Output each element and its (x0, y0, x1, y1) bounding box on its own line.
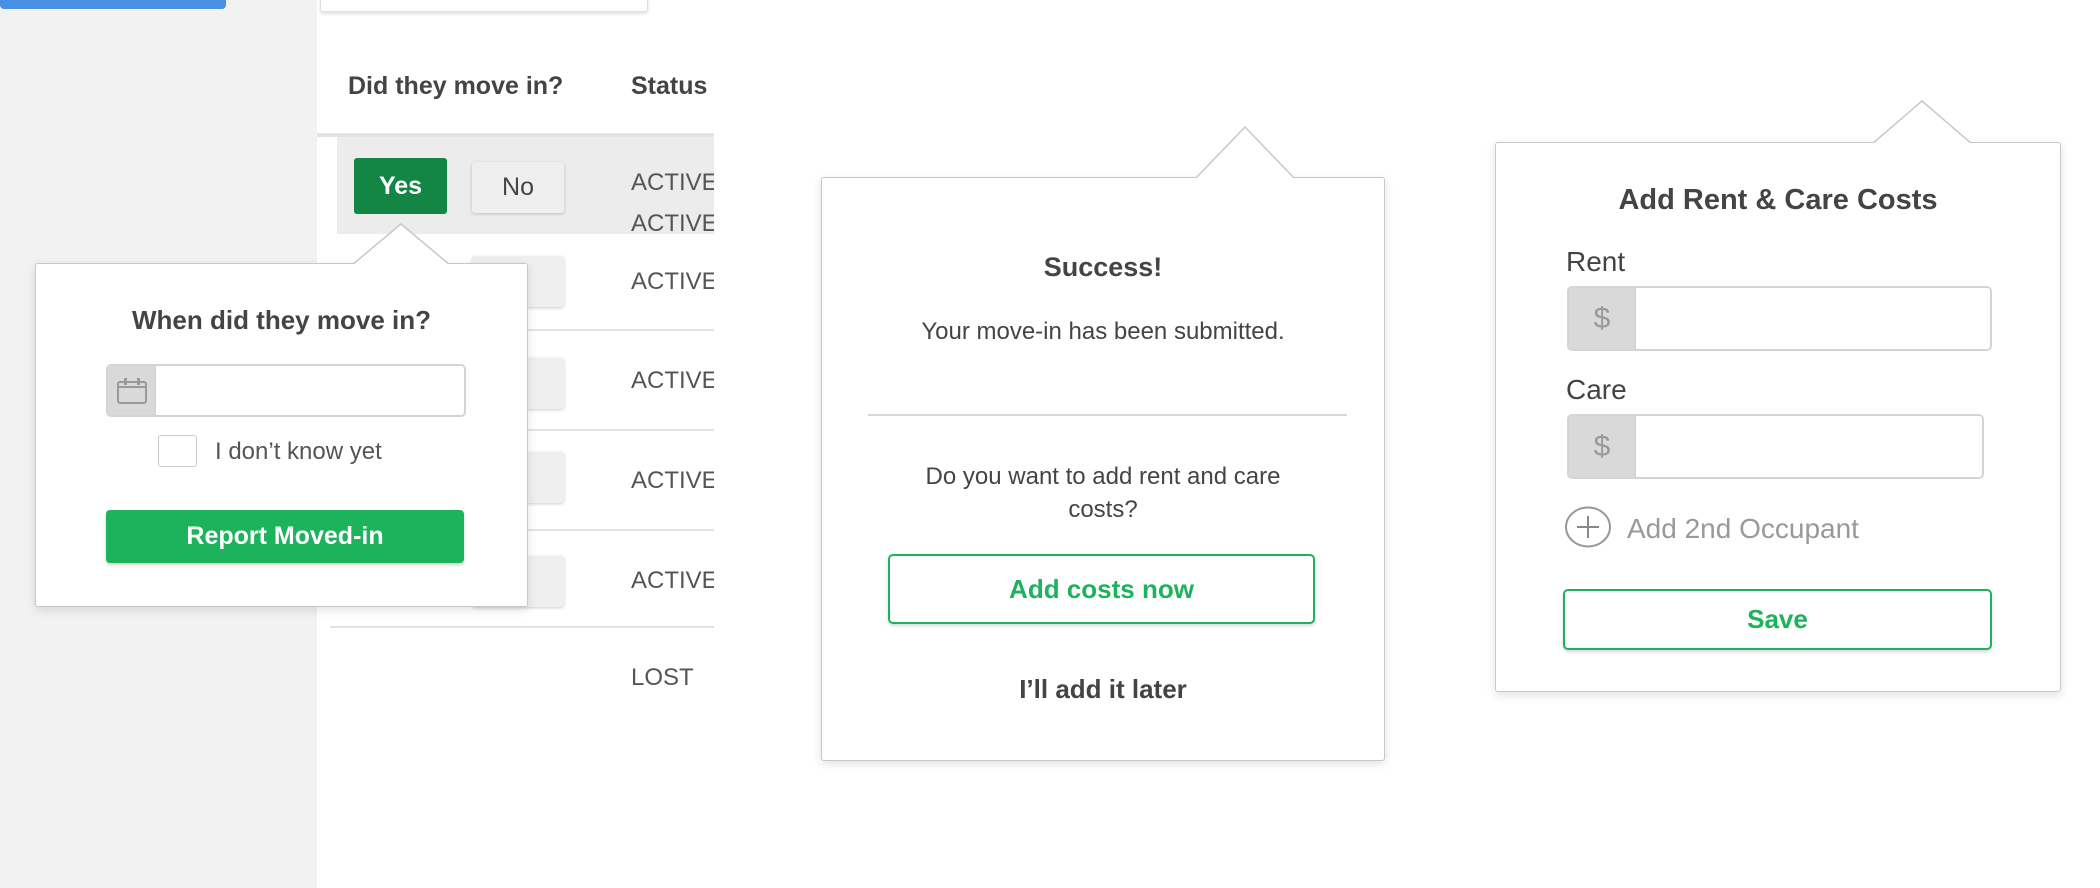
add-second-occupant-link[interactable]: Add 2nd Occupant (1627, 513, 1859, 545)
popover-title: When did they move in? (131, 305, 431, 335)
success-message: Your move-in has been submitted. (921, 318, 1285, 345)
plus-circle-icon[interactable] (1565, 506, 1613, 548)
no-button[interactable]: No (472, 162, 564, 213)
dollar-icon: $ (1569, 288, 1636, 349)
date-field[interactable] (156, 366, 464, 415)
calendar-icon[interactable] (108, 366, 156, 415)
status-cell: ACTIVE (631, 467, 714, 494)
care-label: Care (1566, 374, 1627, 405)
care-input[interactable]: $ (1567, 414, 1984, 479)
row-divider (330, 626, 714, 628)
move-in-date-input[interactable] (106, 364, 466, 417)
care-field[interactable] (1636, 416, 1982, 477)
yes-button[interactable]: Yes (354, 158, 447, 214)
status-cell: ACTIVE (631, 567, 714, 594)
dollar-icon: $ (1569, 416, 1636, 477)
status-cell: ACTIVE (631, 268, 714, 295)
status-cell: ACTIVE (631, 169, 714, 196)
popover-arrow (1872, 100, 1974, 145)
success-title: Success! (1043, 252, 1163, 282)
rent-field[interactable] (1636, 288, 1990, 349)
column-header-status: Status (631, 72, 708, 100)
add-costs-question: Do you want to add rent and care costs? (925, 463, 1281, 523)
popover-arrow (1195, 125, 1297, 180)
costs-title: Add Rent & Care Costs (1618, 184, 1938, 216)
status-cell: LOST (631, 664, 694, 691)
add-later-link[interactable]: I’ll add it later (821, 674, 1385, 705)
status-cell: ACTIVE (631, 367, 714, 394)
top-card (320, 0, 648, 12)
add-costs-now-button[interactable]: Add costs now (888, 554, 1315, 624)
rent-input[interactable]: $ (1567, 286, 1992, 351)
save-button[interactable]: Save (1563, 589, 1992, 650)
divider (868, 414, 1347, 416)
column-header-moved-in: Did they move in? (348, 72, 564, 100)
checkbox-label: I don’t know yet (215, 438, 382, 465)
blue-button-edge[interactable] (0, 0, 226, 9)
status-cell: ACTIVE (631, 210, 714, 237)
report-moved-in-button[interactable]: Report Moved-in (106, 510, 464, 563)
dont-know-checkbox[interactable] (158, 435, 197, 467)
rent-label: Rent (1566, 246, 1626, 277)
popover-arrow (352, 223, 452, 266)
